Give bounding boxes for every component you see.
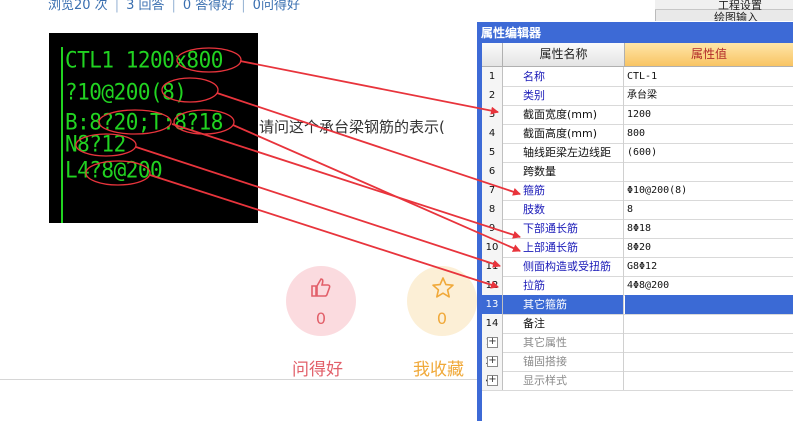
ellipse-stirrup [161, 77, 219, 103]
ellipse-tie-bars [85, 160, 151, 186]
ellipse-side-bars [75, 133, 137, 157]
arrow-section [239, 60, 499, 115]
ellipse-top-bars [173, 109, 235, 135]
arrow-bottom-bars [171, 123, 521, 239]
arrow-top-bars [232, 124, 521, 252]
arrow-side-bars [135, 146, 501, 268]
ellipse-section [176, 47, 242, 73]
ellipse-bottom-bars [98, 109, 172, 135]
arrow-tie-bars [149, 174, 499, 289]
annotation-overlay [75, 47, 521, 289]
